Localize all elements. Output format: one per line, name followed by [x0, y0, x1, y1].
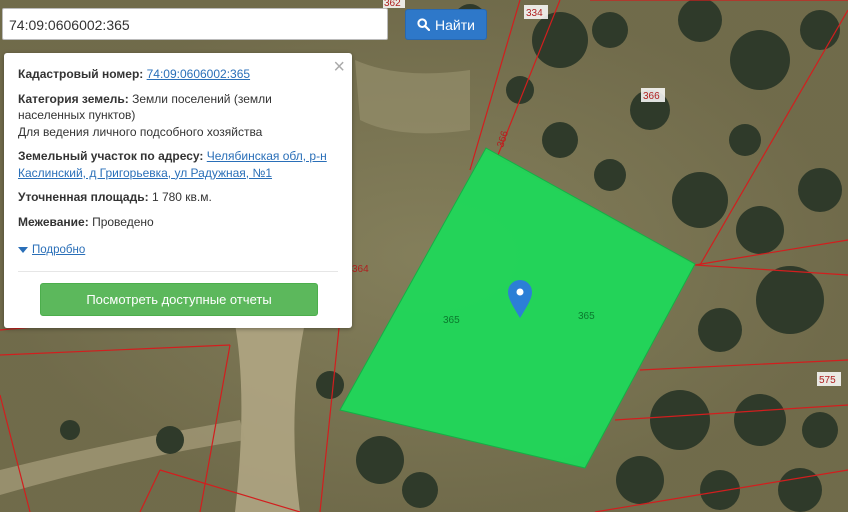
close-icon[interactable]: ×: [333, 57, 345, 77]
survey-row: Межевание: Проведено: [18, 214, 338, 231]
address-row: Земельный участок по адресу: Челябинская…: [18, 148, 338, 181]
map-label-365-left: 365: [443, 315, 460, 326]
area-label: Уточненная площадь:: [18, 190, 149, 204]
divider: [18, 270, 338, 272]
caret-down-icon: [18, 247, 28, 254]
search-button[interactable]: Найти: [405, 9, 487, 40]
search-button-label: Найти: [435, 16, 475, 33]
land-use-value: Для ведения личного подсобного хозяйства: [18, 124, 263, 139]
parcel-info-popup: × Кадастровый номер: 74:09:0606002:365 К…: [4, 53, 352, 328]
map-label-575: 575: [819, 375, 836, 386]
details-toggle[interactable]: Подробно: [18, 242, 85, 259]
map-label-364: 364: [352, 264, 369, 275]
cadastral-number-row: Кадастровый номер: 74:09:0606002:365: [18, 66, 338, 83]
land-category-row: Категория земель: Земли поселений (земли…: [18, 91, 338, 141]
map-label-366: 366: [643, 91, 660, 102]
land-category-label: Категория земель:: [18, 91, 129, 106]
search-icon: [417, 18, 431, 31]
map-label-365-right: 365: [578, 311, 595, 322]
details-link[interactable]: Подробно: [32, 242, 85, 259]
area-row: Уточненная площадь: 1 780 кв.м.: [18, 189, 338, 206]
survey-value: Проведено: [92, 214, 154, 229]
search-input[interactable]: 74:09:0606002:365: [2, 8, 388, 40]
map-label-334: 334: [526, 8, 543, 19]
view-reports-button[interactable]: Посмотреть доступные отчеты: [40, 282, 318, 316]
address-label: Земельный участок по адресу:: [18, 149, 204, 163]
area-value: 1 780 кв.м.: [151, 190, 212, 204]
cadastral-number-link[interactable]: 74:09:0606002:365: [147, 67, 250, 81]
cadastral-number-label: Кадастровый номер:: [18, 67, 144, 81]
survey-label: Межевание:: [18, 214, 89, 229]
